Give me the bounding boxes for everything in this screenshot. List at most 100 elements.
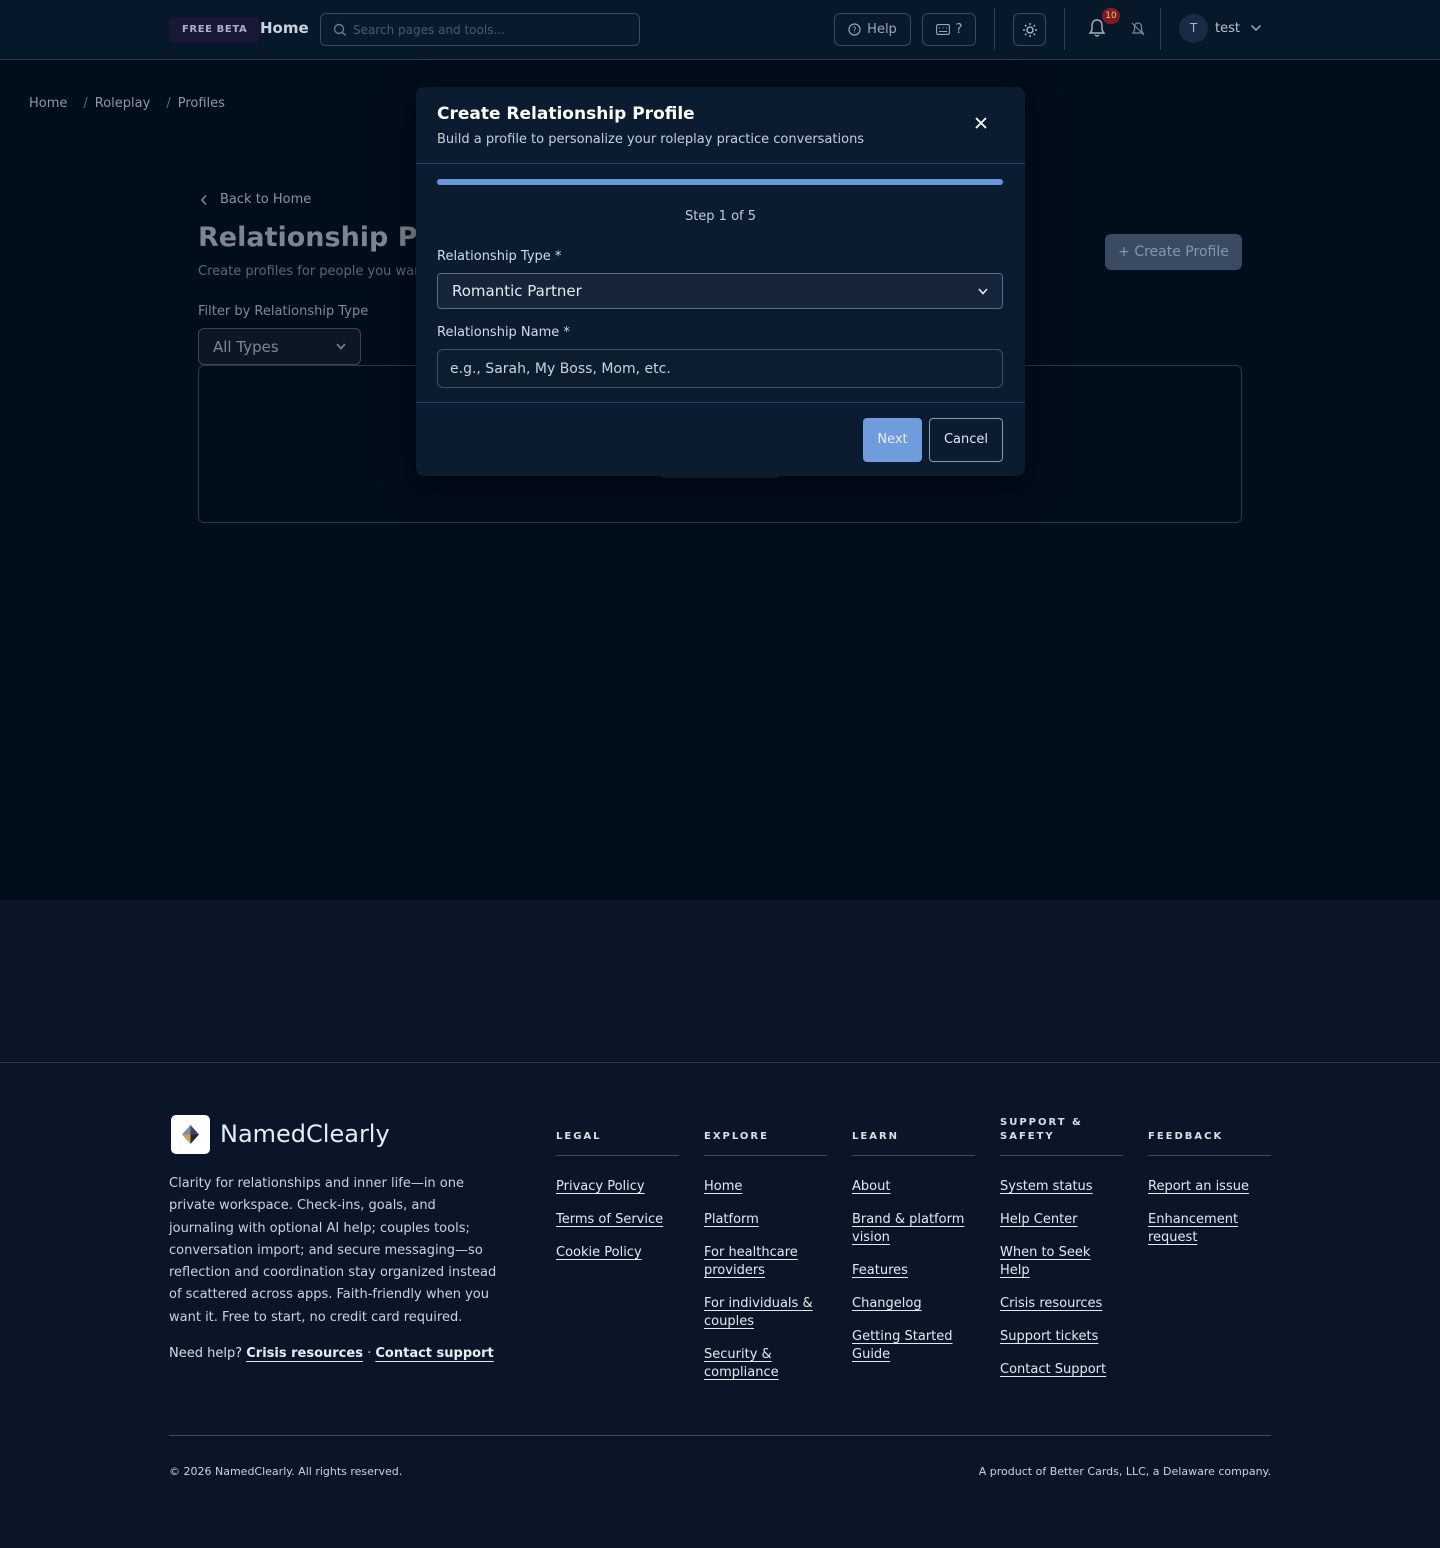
- relationship-type-value: Romantic Partner: [452, 282, 582, 300]
- sun-icon: [1022, 22, 1037, 37]
- page-title: Relationship Profiles: [198, 222, 418, 253]
- relationship-name-field[interactable]: [437, 349, 1003, 388]
- create-profile-dialog: Create Relationship Profile Build a prof…: [416, 87, 1025, 476]
- footer-link[interactable]: Contact Support: [1000, 1361, 1123, 1379]
- footer-link[interactable]: Changelog: [852, 1295, 975, 1313]
- footer-link[interactable]: Enhancement request: [1148, 1211, 1271, 1247]
- site-footer: NamedClearly Clarity for relationships a…: [0, 900, 1440, 1548]
- dialog-title: Create Relationship Profile: [437, 104, 695, 124]
- filter-value: All Types: [213, 337, 279, 356]
- header-divider: [994, 8, 995, 50]
- footer-column-learn: LEARN About Brand & platform vision Feat…: [852, 1116, 975, 1379]
- brand-name[interactable]: NamedClearly: [220, 1120, 390, 1148]
- shortcut-label: ?: [955, 22, 963, 37]
- column-heading: LEARN: [852, 1116, 975, 1156]
- theme-toggle-button[interactable]: [1013, 13, 1046, 46]
- breadcrumb-separator: /: [83, 96, 88, 111]
- separator-dot: ·: [367, 1346, 372, 1361]
- footer-link[interactable]: Features: [852, 1262, 975, 1280]
- user-name[interactable]: test: [1215, 21, 1240, 36]
- keyboard-icon: [935, 24, 950, 35]
- relationship-type-label: Relationship Type *: [437, 249, 562, 264]
- footer-column-support: SUPPORT & SAFETY System status Help Cent…: [1000, 1116, 1123, 1394]
- breadcrumb: Home / Roleplay / Profiles: [29, 96, 225, 111]
- footer-divider: [0, 1062, 1440, 1063]
- back-label: Back to Home: [220, 192, 312, 207]
- next-button[interactable]: Next: [863, 418, 922, 462]
- footer-description: Clarity for relationships and inner life…: [169, 1176, 497, 1325]
- footer-bottom-divider: [169, 1435, 1271, 1436]
- column-heading: SUPPORT & SAFETY: [1000, 1116, 1123, 1156]
- need-help-label: Need help?: [169, 1346, 243, 1361]
- bell-off-icon[interactable]: [1130, 21, 1146, 37]
- footer-link[interactable]: System status: [1000, 1178, 1123, 1196]
- breadcrumb-home[interactable]: Home: [29, 96, 67, 111]
- breadcrumb-roleplay[interactable]: Roleplay: [95, 96, 151, 111]
- relationship-type-filter[interactable]: All Types: [198, 328, 361, 365]
- contact-support-link[interactable]: Contact support: [375, 1346, 493, 1361]
- footer-link[interactable]: About: [852, 1178, 975, 1196]
- footer-link[interactable]: Support tickets: [1000, 1328, 1123, 1346]
- header-divider: [1160, 8, 1161, 50]
- svg-text:?: ?: [853, 25, 857, 34]
- help-circle-icon: ?: [848, 23, 861, 36]
- footer-link[interactable]: When to Seek Help: [1000, 1244, 1123, 1280]
- top-navigation-bar: FREE BETA Home ? Help ? 10 T test: [0, 0, 1440, 60]
- dialog-divider: [416, 402, 1025, 403]
- chevron-left-icon: [200, 194, 207, 205]
- company-note: A product of Better Cards, LLC, a Delawa…: [978, 1465, 1271, 1478]
- footer-link[interactable]: Security & compliance: [704, 1346, 827, 1382]
- footer-column-feedback: FEEDBACK Report an issue Enhancement req…: [1148, 1116, 1271, 1262]
- chevron-down-icon: [978, 287, 988, 295]
- column-heading: EXPLORE: [704, 1116, 827, 1156]
- footer-link[interactable]: Help Center: [1000, 1211, 1123, 1229]
- footer-link[interactable]: Terms of Service: [556, 1211, 679, 1229]
- breadcrumb-profiles: Profiles: [177, 96, 225, 111]
- need-help-line: Need help? Crisis resources · Contact su…: [169, 1346, 494, 1361]
- relationship-type-select[interactable]: Romantic Partner: [437, 273, 1003, 309]
- cancel-button[interactable]: Cancel: [929, 418, 1003, 462]
- close-icon[interactable]: [971, 113, 991, 133]
- free-beta-badge: FREE BETA: [169, 17, 261, 42]
- footer-link[interactable]: Privacy Policy: [556, 1178, 679, 1196]
- footer-link[interactable]: For healthcare providers: [704, 1244, 827, 1280]
- footer-column-explore: EXPLORE Home Platform For healthcare pro…: [704, 1116, 827, 1397]
- footer-link[interactable]: For individuals & couples: [704, 1295, 827, 1331]
- brand-logo[interactable]: [171, 1115, 210, 1154]
- filter-label: Filter by Relationship Type: [198, 304, 369, 319]
- step-progress-bar: [437, 179, 1003, 185]
- avatar[interactable]: T: [1179, 14, 1208, 43]
- search-box[interactable]: [320, 13, 640, 46]
- relationship-name-input[interactable]: [438, 350, 1002, 387]
- logo-mark-icon: [182, 1125, 199, 1144]
- footer-link[interactable]: Brand & platform vision: [852, 1211, 975, 1247]
- home-link[interactable]: Home: [260, 19, 309, 37]
- crisis-resources-link[interactable]: Crisis resources: [246, 1346, 363, 1361]
- footer-link[interactable]: Getting Started Guide: [852, 1328, 975, 1364]
- help-button[interactable]: ? Help: [834, 13, 911, 46]
- chevron-down-icon[interactable]: [1250, 24, 1262, 32]
- column-heading: LEGAL: [556, 1116, 679, 1156]
- footer-link[interactable]: Crisis resources: [1000, 1295, 1123, 1313]
- page-subtitle: Create profiles for people you want to p…: [198, 264, 418, 279]
- footer-link[interactable]: Home: [704, 1178, 827, 1196]
- footer-column-legal: LEGAL Privacy Policy Terms of Service Co…: [556, 1116, 679, 1277]
- footer-link[interactable]: Report an issue: [1148, 1178, 1271, 1196]
- relationship-name-label: Relationship Name *: [437, 325, 570, 340]
- step-indicator: Step 1 of 5: [684, 209, 757, 224]
- notification-count-badge: 10: [1102, 8, 1120, 24]
- footer-link[interactable]: Cookie Policy: [556, 1244, 679, 1262]
- column-heading: FEEDBACK: [1148, 1116, 1271, 1156]
- step-progress-fill: [437, 179, 1003, 185]
- chevron-down-icon: [336, 343, 346, 350]
- header-divider: [1064, 8, 1065, 50]
- help-label: Help: [867, 22, 897, 37]
- search-icon: [333, 23, 346, 36]
- copyright: © 2026 NamedClearly. All rights reserved…: [169, 1465, 403, 1478]
- back-to-home-link[interactable]: Back to Home: [200, 192, 311, 207]
- create-profile-button[interactable]: + Create Profile: [1105, 234, 1242, 270]
- footer-link[interactable]: Platform: [704, 1211, 827, 1229]
- dialog-divider: [416, 163, 1025, 164]
- search-input[interactable]: [353, 14, 633, 45]
- keyboard-shortcuts-button[interactable]: ?: [922, 13, 976, 46]
